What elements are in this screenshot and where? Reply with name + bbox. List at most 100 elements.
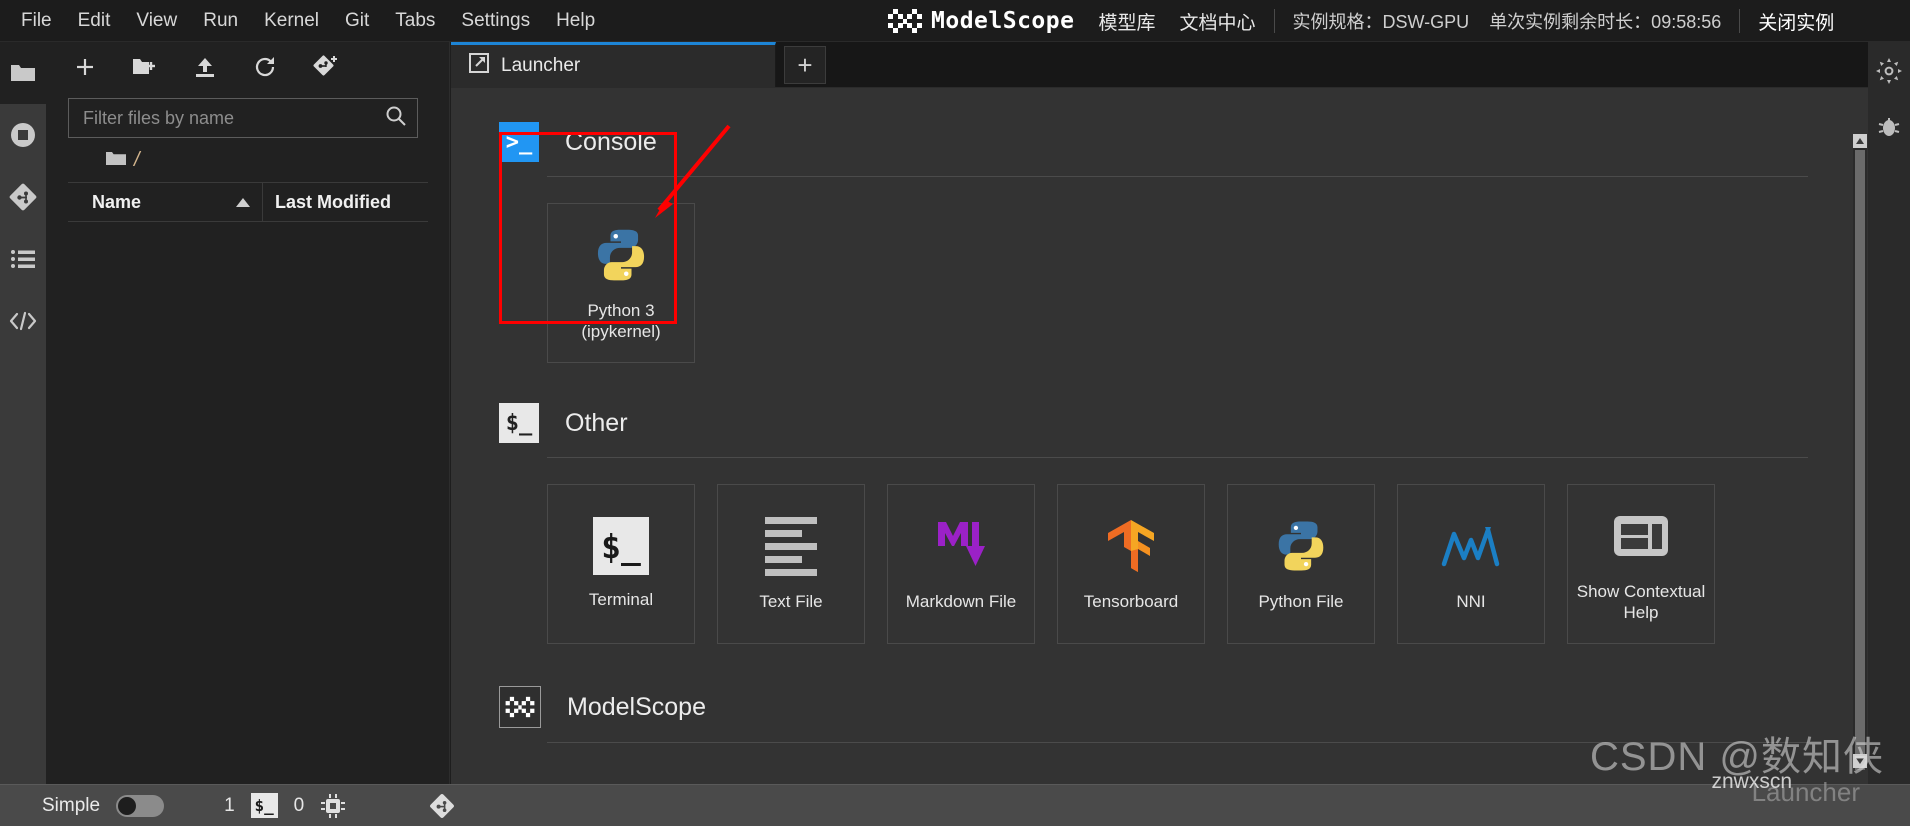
- cpu-icon[interactable]: [320, 793, 346, 819]
- instance-spec: 实例规格：DSW-GPU: [1292, 12, 1470, 32]
- sidebar-item-git[interactable]: [0, 166, 46, 228]
- launcher-card-python3[interactable]: Python 3 (ipykernel): [547, 203, 695, 363]
- menu-bar: File Edit View Run Kernel Git Tabs Setti…: [0, 0, 1910, 42]
- scroll-up-icon[interactable]: [1853, 134, 1867, 148]
- brand-link-models[interactable]: 模型库: [1098, 8, 1155, 35]
- launcher-card-text-file[interactable]: Text File: [717, 484, 865, 644]
- refresh-icon[interactable]: [250, 52, 280, 82]
- plus-icon[interactable]: [70, 52, 100, 82]
- sidebar-item-extensions[interactable]: [0, 290, 46, 352]
- breadcrumb-root[interactable]: /: [134, 149, 140, 172]
- launcher-section-console-header: >_ Console: [499, 122, 1868, 162]
- launcher-console-cards: Python 3 (ipykernel): [499, 177, 1868, 363]
- column-header-name[interactable]: Name: [68, 183, 263, 221]
- close-instance-button[interactable]: 关闭实例: [1758, 8, 1834, 35]
- divider: [547, 742, 1808, 743]
- launcher-section-modelscope-title: ModelScope: [567, 692, 706, 721]
- launcher-icon: [469, 53, 489, 79]
- main-dock-area: Launcher + >_ Console Python 3 (ipykerne…: [451, 42, 1868, 784]
- debugger-button[interactable]: [1872, 112, 1906, 146]
- launcher-scrollbar[interactable]: [1853, 134, 1867, 770]
- activity-bar: [0, 42, 46, 784]
- kernel-count: 1: [224, 794, 235, 816]
- terminal-icon: $_: [593, 517, 649, 576]
- scroll-down-icon[interactable]: [1853, 754, 1867, 768]
- launcher-card-tensorboard-label: Tensorboard: [1083, 592, 1179, 612]
- sidebar-item-table-of-contents[interactable]: [0, 228, 46, 290]
- contextual-help-icon: [1610, 505, 1672, 567]
- console-icon: >_: [499, 122, 539, 162]
- file-filter-box[interactable]: [68, 98, 418, 138]
- terminal-count: 0: [293, 794, 305, 816]
- menu-bar-items: File Edit View Run Kernel Git Tabs Setti…: [0, 5, 608, 37]
- code-icon: [8, 309, 38, 333]
- new-folder-icon[interactable]: [130, 52, 160, 82]
- terminal-icon: $_: [499, 403, 539, 443]
- launcher-card-tensorboard[interactable]: Tensorboard: [1057, 484, 1205, 644]
- folder-icon: [10, 62, 36, 84]
- right-sidebar: [1868, 42, 1910, 784]
- simple-mode-toggle[interactable]: [116, 794, 165, 817]
- menu-kernel[interactable]: Kernel: [251, 5, 332, 37]
- file-browser-panel: / Name Last Modified: [46, 42, 450, 784]
- simple-mode-label: Simple: [42, 794, 101, 816]
- nni-icon: [1440, 515, 1502, 577]
- launcher-card-markdown-file-label: Markdown File: [905, 592, 1017, 612]
- menu-edit[interactable]: Edit: [65, 5, 124, 37]
- launcher-card-python3-label: Python 3 (ipykernel): [581, 300, 661, 341]
- launcher-card-python-file[interactable]: Python File: [1227, 484, 1375, 644]
- launcher-card-text-file-label: Text File: [759, 592, 823, 612]
- tab-bar: Launcher +: [451, 42, 1868, 88]
- column-header-last-modified[interactable]: Last Modified: [263, 192, 428, 213]
- search-input[interactable]: [83, 107, 385, 129]
- breadcrumb[interactable]: /: [46, 138, 449, 182]
- text-file-icon: [760, 515, 822, 577]
- sidebar-item-file-browser[interactable]: [0, 42, 46, 104]
- menu-git[interactable]: Git: [332, 5, 382, 37]
- python-icon: [1270, 515, 1332, 577]
- property-inspector-button[interactable]: [1872, 56, 1906, 90]
- launcher-other-cards: $_ Terminal Text File Markdown File Tens…: [499, 458, 1868, 644]
- scrollbar-thumb[interactable]: [1855, 150, 1865, 770]
- launcher-card-contextual-help-label: Show Contextual Help: [1576, 581, 1706, 622]
- launcher-card-nni-label: NNI: [1456, 592, 1486, 612]
- launcher-section-other-header: $_ Other: [499, 403, 1868, 443]
- sidebar-item-running[interactable]: [0, 104, 46, 166]
- file-list[interactable]: [46, 222, 449, 742]
- launcher-card-markdown-file[interactable]: Markdown File: [887, 484, 1035, 644]
- divider: [1273, 9, 1275, 33]
- launcher-card-terminal[interactable]: $_ Terminal: [547, 484, 695, 644]
- toggle-knob: [118, 796, 137, 815]
- menu-view[interactable]: View: [123, 5, 190, 37]
- menu-tabs[interactable]: Tabs: [382, 5, 448, 37]
- column-header-name-label: Name: [92, 191, 142, 212]
- menu-run[interactable]: Run: [190, 5, 251, 37]
- launcher-card-nni[interactable]: NNI: [1397, 484, 1545, 644]
- launcher-section-other-title: Other: [565, 408, 628, 437]
- file-filter-wrap: [46, 92, 449, 138]
- stop-circle-icon: [9, 121, 37, 149]
- python-icon: [590, 224, 652, 286]
- menu-file[interactable]: File: [8, 5, 65, 37]
- git-icon[interactable]: [428, 792, 456, 820]
- sort-ascending-icon: [236, 197, 250, 207]
- menu-help[interactable]: Help: [543, 5, 608, 37]
- launcher-section-console-title: Console: [565, 127, 657, 156]
- gear-icon: [1875, 57, 1903, 90]
- terminal-icon[interactable]: $_: [250, 793, 278, 818]
- tab-launcher[interactable]: Launcher: [451, 42, 776, 87]
- git-clone-icon[interactable]: [310, 52, 340, 82]
- file-browser-toolbar: [46, 42, 449, 92]
- jupyterlab-window: File Edit View Run Kernel Git Tabs Setti…: [0, 0, 1910, 826]
- divider: [1739, 9, 1741, 33]
- upload-icon[interactable]: [190, 52, 220, 82]
- new-tab-button[interactable]: +: [784, 46, 826, 84]
- markdown-icon: [930, 515, 992, 577]
- brand-link-docs[interactable]: 文档中心: [1180, 8, 1256, 35]
- git-icon: [9, 183, 37, 211]
- search-icon[interactable]: [385, 105, 407, 132]
- launcher-card-contextual-help[interactable]: Show Contextual Help: [1567, 484, 1715, 644]
- instance-remaining-time: 单次实例剩余时长：09:58:56: [1489, 12, 1722, 32]
- menu-settings[interactable]: Settings: [448, 5, 543, 37]
- brand-name: ModelScope: [931, 8, 1075, 34]
